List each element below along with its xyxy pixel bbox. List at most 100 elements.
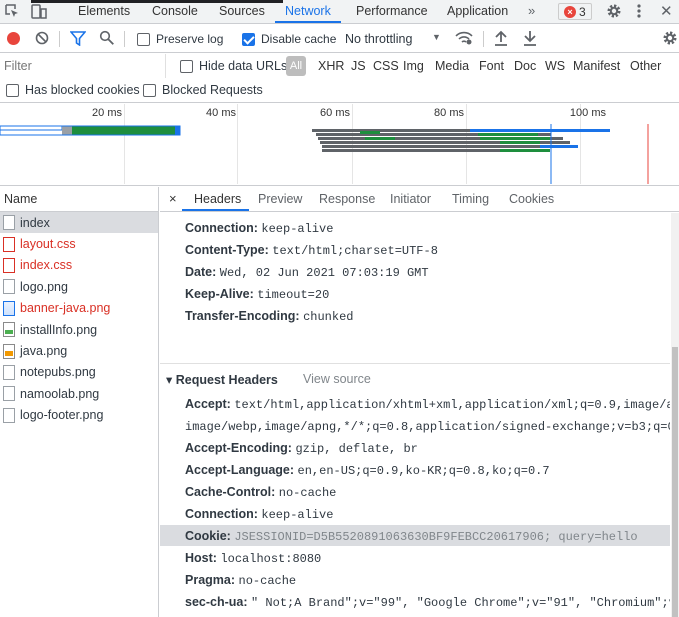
- name-column-header[interactable]: Name: [0, 187, 158, 212]
- export-har-icon[interactable]: [523, 30, 537, 46]
- error-count: 3: [579, 4, 586, 19]
- dropdown-caret-icon[interactable]: ▼: [432, 32, 441, 42]
- preserve-log-checkbox[interactable]: Preserve log: [137, 32, 223, 46]
- request-header-row[interactable]: Pragma: no-cache: [185, 573, 296, 588]
- request-row[interactable]: namoolab.png: [0, 383, 158, 404]
- inspect-element-icon[interactable]: [5, 4, 19, 18]
- filter-type-doc[interactable]: Doc: [514, 59, 536, 73]
- filter-funnel-icon[interactable]: [70, 31, 86, 46]
- disable-cache-box[interactable]: [242, 32, 255, 46]
- search-icon[interactable]: [99, 30, 115, 46]
- filter-type-font[interactable]: Font: [479, 59, 504, 73]
- filter-type-ws[interactable]: WS: [545, 59, 565, 73]
- throttling-select[interactable]: No throttling: [345, 32, 412, 46]
- scrollbar-thumb[interactable]: [672, 347, 678, 617]
- response-header-row[interactable]: Content-Type: text/html;charset=UTF-8: [185, 243, 438, 258]
- header-value: en,en-US;q=0.9,ko-KR;q=0.8,ko;q=0.7: [297, 464, 550, 478]
- header-key: Cache-Control:: [185, 485, 276, 499]
- filter-type-media[interactable]: Media: [435, 59, 469, 73]
- overview-bar: [0, 125, 63, 131]
- clear-icon[interactable]: [35, 31, 49, 45]
- request-row[interactable]: logo-footer.png: [0, 405, 158, 426]
- hide-data-urls-box[interactable]: [180, 59, 193, 73]
- request-name: installInfo.png: [20, 322, 98, 337]
- filter-input[interactable]: [0, 54, 166, 78]
- more-tabs-button[interactable]: »: [528, 3, 535, 18]
- request-headers-section[interactable]: ▾ Request Headers View source: [160, 363, 670, 390]
- filter-type-js[interactable]: JS: [351, 59, 366, 73]
- preserve-log-box[interactable]: [137, 32, 150, 46]
- filter-type-other[interactable]: Other: [630, 59, 661, 73]
- tab-headers[interactable]: Headers: [194, 192, 241, 206]
- header-value: no-cache: [278, 486, 337, 500]
- error-count-badge[interactable]: × 3: [558, 3, 592, 20]
- header-key: Content-Type:: [185, 243, 269, 257]
- request-row[interactable]: notepubs.png: [0, 362, 158, 383]
- request-name: logo.png: [20, 279, 68, 294]
- tab-network[interactable]: Network: [285, 4, 331, 18]
- filter-type-manifest[interactable]: Manifest: [573, 59, 620, 73]
- close-detail-icon[interactable]: ×: [169, 191, 177, 206]
- network-settings-gear-icon[interactable]: [662, 30, 678, 46]
- request-row[interactable]: index.css: [0, 255, 158, 276]
- request-header-row[interactable]: Accept: text/html,application/xhtml+xml,…: [185, 397, 670, 412]
- more-options-icon[interactable]: [636, 3, 642, 19]
- file-icon: [3, 322, 15, 338]
- request-header-row[interactable]: Accept-Language: en,en-US;q=0.9,ko-KR;q=…: [185, 463, 550, 478]
- tab-application[interactable]: Application: [447, 4, 508, 18]
- has-blocked-cookies-box[interactable]: [6, 83, 19, 97]
- tab-performance[interactable]: Performance: [356, 4, 428, 18]
- device-toolbar-icon[interactable]: [31, 4, 47, 19]
- tab-console[interactable]: Console: [152, 4, 198, 18]
- tab-response[interactable]: Response: [319, 192, 375, 206]
- tab-initiator[interactable]: Initiator: [390, 192, 431, 206]
- request-header-row[interactable]: Accept-Encoding: gzip, deflate, br: [185, 441, 418, 456]
- header-value: no-cache: [238, 574, 297, 588]
- request-header-row[interactable]: sec-ch-ua: " Not;A Brand";v="99", "Googl…: [185, 595, 670, 610]
- request-row[interactable]: index: [0, 212, 158, 234]
- file-icon: [3, 279, 15, 295]
- filter-type-css[interactable]: CSS: [373, 59, 399, 73]
- file-icon: [3, 300, 15, 316]
- header-value: image/webp,image/apng,*/*;q=0.8,applicat…: [185, 420, 670, 434]
- request-row[interactable]: logo.png: [0, 276, 158, 297]
- view-source-link[interactable]: View source: [303, 372, 371, 386]
- request-row[interactable]: java.png: [0, 340, 158, 361]
- request-header-row[interactable]: Cookie: JSESSIONID=D5B5520891063630BF9FE…: [185, 529, 638, 544]
- network-conditions-icon[interactable]: [455, 30, 473, 46]
- tab-elements[interactable]: Elements: [78, 4, 130, 18]
- tab-cookies[interactable]: Cookies: [509, 192, 554, 206]
- network-toolbar: Preserve log Disable cache No throttling…: [0, 25, 679, 53]
- hide-data-urls-checkbox[interactable]: Hide data URLs: [180, 59, 287, 73]
- filter-type-img[interactable]: Img: [403, 59, 424, 73]
- request-name: namoolab.png: [20, 386, 100, 401]
- devtools-tab-bar: Elements Console Sources Network Perform…: [0, 0, 679, 24]
- disable-cache-checkbox[interactable]: Disable cache: [242, 32, 336, 46]
- request-header-row[interactable]: image/webp,image/apng,*/*;q=0.8,applicat…: [185, 419, 670, 434]
- has-blocked-cookies-checkbox[interactable]: Has blocked cookies: [6, 83, 140, 97]
- request-header-row[interactable]: Cache-Control: no-cache: [185, 485, 336, 500]
- request-header-row[interactable]: Host: localhost:8080: [185, 551, 321, 566]
- record-button-icon[interactable]: [7, 32, 20, 45]
- filter-type-xhr[interactable]: XHR: [318, 59, 344, 73]
- response-header-row[interactable]: Connection: keep-alive: [185, 221, 333, 236]
- close-devtools-icon[interactable]: ✕: [660, 2, 673, 20]
- import-har-icon[interactable]: [494, 30, 508, 46]
- overview-bar: [480, 137, 550, 140]
- blocked-requests-checkbox[interactable]: Blocked Requests: [143, 83, 263, 97]
- settings-gear-icon[interactable]: [606, 3, 622, 19]
- request-row[interactable]: banner-java.png: [0, 298, 158, 319]
- tab-preview[interactable]: Preview: [258, 192, 302, 206]
- request-header-row[interactable]: Connection: keep-alive: [185, 507, 333, 522]
- request-headers-title[interactable]: ▾ Request Headers: [166, 372, 278, 387]
- response-header-row[interactable]: Date: Wed, 02 Jun 2021 07:03:19 GMT: [185, 265, 429, 280]
- timeline-overview[interactable]: 20 ms 40 ms 60 ms 80 ms 100 ms: [0, 104, 679, 186]
- request-row[interactable]: layout.css: [0, 233, 158, 254]
- tab-timing[interactable]: Timing: [452, 192, 489, 206]
- tab-sources[interactable]: Sources: [219, 4, 265, 18]
- request-row[interactable]: installInfo.png: [0, 319, 158, 340]
- blocked-requests-box[interactable]: [143, 83, 156, 97]
- response-header-row[interactable]: Keep-Alive: timeout=20: [185, 287, 329, 302]
- filter-type-all[interactable]: All: [286, 56, 306, 76]
- response-header-row[interactable]: Transfer-Encoding: chunked: [185, 309, 354, 324]
